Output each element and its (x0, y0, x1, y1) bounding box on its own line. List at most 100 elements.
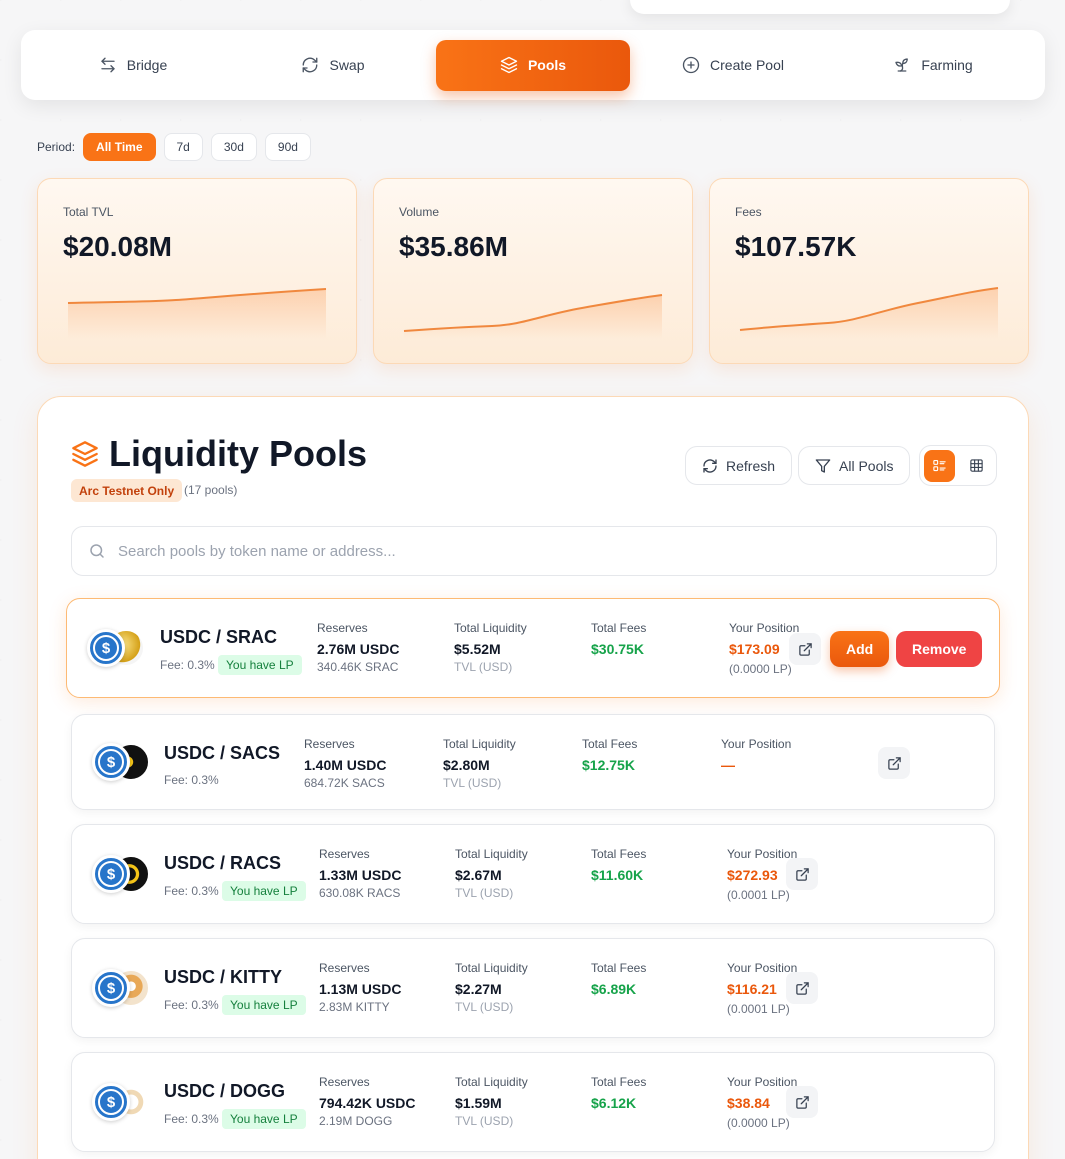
list-icon (933, 459, 946, 472)
usdc-token-icon: $ (87, 629, 125, 667)
reserve-main: 1.33M USDC (319, 867, 402, 883)
lp-badge: You have LP (222, 1109, 306, 1129)
position-value: — (721, 757, 735, 773)
refresh-button[interactable]: Refresh (685, 446, 793, 485)
token-pair-icons: $ (87, 629, 145, 669)
nav-pools-label: Pools (527, 57, 567, 73)
arrows-left-right-icon (101, 57, 115, 73)
external-link-button[interactable] (786, 1086, 818, 1118)
filter-button[interactable]: All Pools (798, 446, 911, 485)
stat-card-fees: Fees $107.57K (709, 178, 1029, 364)
token-pair-icons: $ (92, 969, 150, 1009)
nav-pools[interactable]: Pools (436, 39, 630, 91)
fees-value: $6.89K (591, 981, 637, 997)
stat-value: $20.08M (63, 231, 172, 262)
reserves-label: Reserves (317, 621, 368, 635)
tvl-label: TVL (USD) (454, 660, 513, 674)
pool-fee: Fee: 0.3% (164, 773, 219, 787)
fees-label: Total Fees (591, 961, 647, 975)
period-label: Period: (37, 140, 76, 154)
pair-name: USDC / SRAC (160, 627, 278, 647)
reserve-sub: 340.46K SRAC (317, 660, 399, 674)
lp-badge: You have LP (222, 881, 306, 901)
external-link-icon (798, 642, 812, 656)
fees-label: Total Fees (582, 737, 638, 751)
external-link-icon (795, 1095, 809, 1109)
pool-row[interactable]: $ USDC / RACS Fee: 0.3% You have LP Rese… (71, 824, 995, 924)
network-badge: Arc Testnet Only (71, 479, 183, 502)
nav-swap[interactable]: Swap (236, 40, 430, 91)
stat-value: $35.86M (399, 231, 508, 262)
position-label: Your Position (729, 621, 800, 635)
lp-badge: You have LP (222, 995, 306, 1015)
fees-value: $30.75K (591, 641, 644, 657)
nav-create-pool-label: Create Pool (710, 57, 784, 73)
view-toggle (919, 445, 997, 486)
plus-circle-icon (682, 56, 700, 74)
period-90d[interactable]: 90d (264, 133, 311, 161)
token-pair-icons: $ (92, 743, 150, 783)
position-lp: (0.0001 LP) (727, 888, 790, 902)
position-value: $272.93 (727, 867, 778, 883)
external-link-button[interactable] (786, 858, 818, 890)
reserve-sub: 2.83M KITTY (319, 1000, 390, 1014)
layers-icon (72, 441, 98, 467)
top-panel-edge (630, 0, 1010, 14)
pair-name: USDC / KITTY (164, 967, 283, 987)
tvl-label: TVL (USD) (443, 776, 502, 790)
usdc-token-icon: $ (92, 969, 130, 1007)
nav-create-pool[interactable]: Create Pool (636, 40, 830, 91)
stat-label: Fees (735, 205, 762, 219)
position-lp: (0.0001 LP) (727, 1002, 790, 1016)
add-liquidity-button[interactable]: Add (830, 631, 890, 667)
position-value: $38.84 (727, 1095, 770, 1111)
liquidity-label: Total Liquidity (455, 961, 528, 975)
remove-liquidity-button[interactable]: Remove (896, 631, 983, 667)
reserve-main: 794.42K USDC (319, 1095, 416, 1111)
usdc-token-icon: $ (92, 855, 130, 893)
liquidity-label: Total Liquidity (454, 621, 527, 635)
tvl-label: TVL (USD) (455, 1114, 514, 1128)
volume-sparkline (403, 294, 663, 339)
period-all-time[interactable]: All Time (83, 133, 156, 161)
position-lp: (0.0000 LP) (729, 662, 792, 676)
liquidity-value: $5.52M (454, 641, 501, 657)
position-label: Your Position (727, 961, 798, 975)
period-30d[interactable]: 30d (210, 133, 257, 161)
fees-sparkline (739, 287, 999, 339)
tvl-label: TVL (USD) (455, 886, 514, 900)
liquidity-value: $2.27M (455, 981, 502, 997)
stat-value: $107.57K (735, 231, 857, 262)
pool-row[interactable]: $ USDC / SACS Fee: 0.3% Reserves 1.40M U… (71, 714, 995, 810)
token-pair-icons: $ (92, 1083, 150, 1123)
liquidity-label: Total Liquidity (443, 737, 516, 751)
external-link-button[interactable] (878, 747, 910, 779)
pool-row[interactable]: $ USDC / SRAC Fee: 0.3% You have LP Rese… (66, 598, 1000, 698)
pool-row[interactable]: $ USDC / KITTY Fee: 0.3% You have LP Res… (71, 938, 995, 1038)
grid-view-button[interactable] (961, 450, 992, 482)
nav-farming[interactable]: Farming (836, 40, 1030, 91)
nav-bridge[interactable]: Bridge (36, 40, 230, 91)
external-link-icon (795, 981, 809, 995)
period-7d[interactable]: 7d (163, 133, 203, 161)
pool-row[interactable]: $ USDC / DOGG Fee: 0.3% You have LP Rese… (71, 1052, 995, 1152)
external-link-button[interactable] (789, 633, 821, 665)
external-link-button[interactable] (786, 972, 818, 1004)
reserve-main: 1.13M USDC (319, 981, 402, 997)
token-pair-icons: $ (92, 855, 150, 895)
reserve-main: 2.76M USDC (317, 641, 400, 657)
liquidity-value: $2.67M (455, 867, 502, 883)
pair-name: USDC / DOGG (164, 1081, 286, 1101)
position-value: $173.09 (729, 641, 780, 657)
external-link-icon (887, 756, 901, 770)
list-view-button[interactable] (924, 449, 955, 482)
search-input[interactable] (118, 542, 996, 560)
pool-fee: Fee: 0.3% (164, 884, 219, 898)
filter-label: All Pools (839, 457, 894, 474)
fees-value: $11.60K (591, 867, 644, 883)
reserve-sub: 630.08K RACS (319, 886, 401, 900)
tvl-sparkline (67, 288, 327, 339)
fees-label: Total Fees (591, 1075, 647, 1089)
pools-header: Liquidity Pools (71, 433, 367, 475)
reserves-label: Reserves (304, 737, 355, 751)
